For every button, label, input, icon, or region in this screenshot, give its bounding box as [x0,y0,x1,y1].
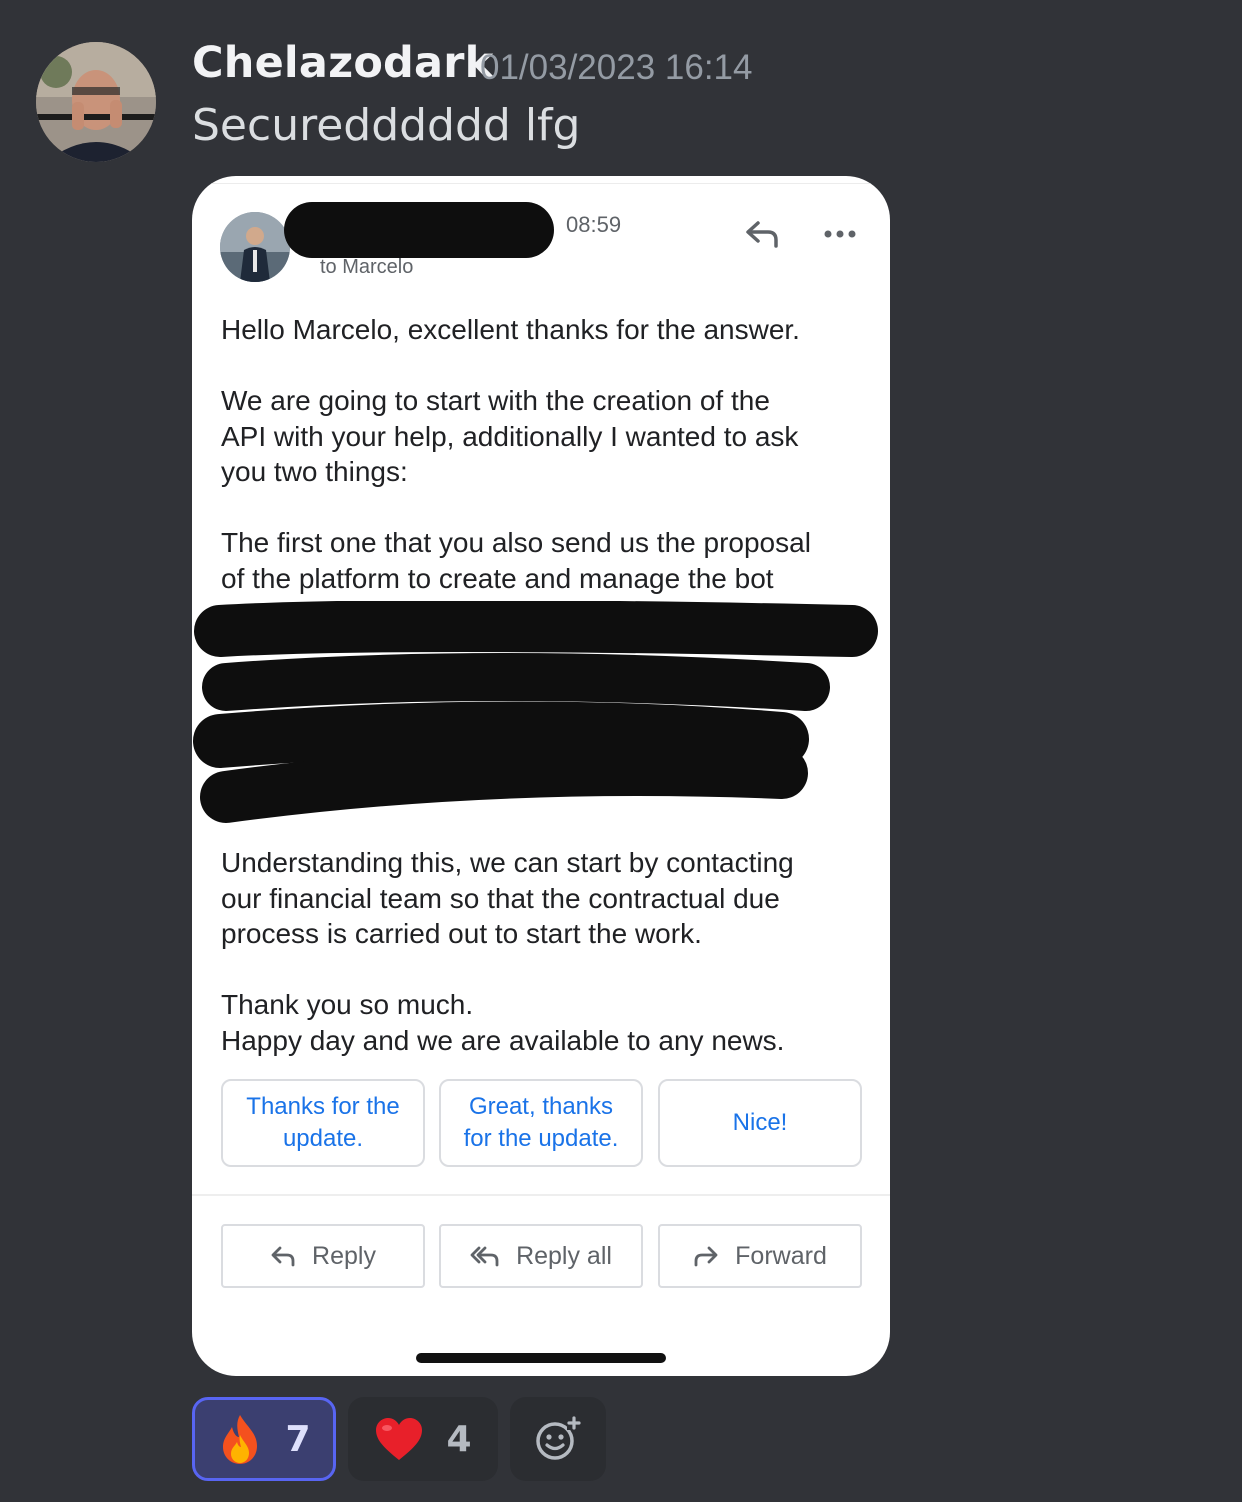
redaction-scribble [193,601,878,823]
add-reaction-icon [536,1416,581,1460]
sender-avatar-image [220,212,290,282]
smart-reply-chip-1[interactable]: Thanks for the update. [221,1079,425,1167]
reply-button-label: Reply [312,1241,376,1270]
redaction-sender [284,202,554,258]
status-bar-edge [192,176,890,184]
reaction-heart[interactable]: 4 [348,1397,498,1481]
actions-divider [192,1194,890,1196]
reaction-fire-count: 7 [285,1418,311,1460]
email-greeting: Hello Marcelo, excellent thanks for the … [221,314,800,345]
reply-icon[interactable] [742,216,782,252]
author-name[interactable]: Chelazodark [192,38,493,88]
smart-reply-chip-3[interactable]: Nice! [658,1079,862,1167]
avatar-image [36,42,156,162]
message-text: Securedddddd lfg [192,100,581,151]
reply-all-icon [470,1246,499,1267]
reply-button-icon [271,1246,295,1267]
home-indicator [416,1353,666,1363]
email-paragraph-3: Understanding this, we can start by cont… [221,847,794,949]
more-options-icon[interactable] [820,222,860,246]
email-paragraph-2: The first one that you also send us the … [221,527,811,594]
email-closing: Thank you so much. Happy day and we are … [221,989,785,1056]
email-recipient: to Marcelo [320,256,414,278]
reply-all-button[interactable]: Reply all [439,1224,643,1288]
sender-avatar [220,212,290,282]
reaction-fire[interactable]: 7 [192,1397,336,1481]
fire-icon [223,1415,258,1464]
heart-icon [376,1418,423,1460]
email-time: 08:59 [566,212,622,237]
reply-button[interactable]: Reply [221,1224,425,1288]
image-attachment[interactable]: to Marcelo 08:59 Hello Marcelo, excellen… [192,176,890,1376]
forward-button[interactable]: Forward [658,1224,862,1288]
forward-icon [694,1246,718,1267]
reaction-heart-count: 4 [446,1418,472,1460]
smart-reply-chip-2[interactable]: Great, thanks for the update. [439,1079,643,1167]
forward-button-label: Forward [735,1241,827,1270]
email-paragraph-1: We are going to start with the creation … [221,385,799,487]
add-reaction-button[interactable] [510,1397,606,1481]
author-avatar[interactable] [36,42,156,162]
message-timestamp: 01/03/2023 16:14 [480,48,753,87]
reply-all-button-label: Reply all [516,1241,612,1270]
